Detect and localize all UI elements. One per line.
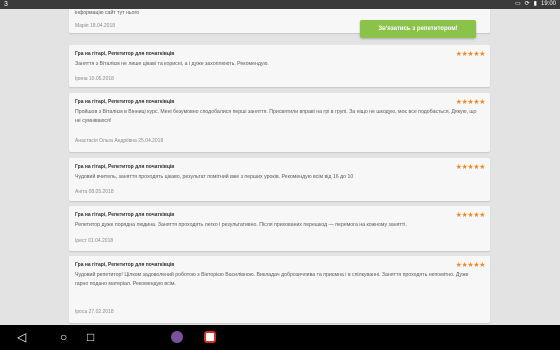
rating-stars: ★★★★★ xyxy=(455,164,486,171)
reviews-page[interactable]: інформацію сайт тут нього Марія 18.04.20… xyxy=(0,9,560,325)
review-title: Гра на гітарі, Репетитор для початківців xyxy=(75,51,175,57)
review-text: Чудовий вчитель, заняття проходять цікав… xyxy=(75,174,354,180)
rating-stars: ★★★★★ xyxy=(455,262,486,269)
review-text: Пройшов з Віталієм в Вінниці курс. Мені … xyxy=(75,109,477,124)
review-title: Гра на гітарі, Репетитор для початківців xyxy=(75,99,175,105)
review-meta: Аніта 08.05.2018 xyxy=(75,189,114,195)
recents-icon[interactable]: □ xyxy=(87,331,94,343)
review-text: Чудовий репетитор! Цілком задоволений ро… xyxy=(75,272,469,287)
home-icon[interactable]: ○ xyxy=(60,331,67,343)
rating-stars: ★★★★★ xyxy=(455,99,486,106)
status-left-text: 3 xyxy=(4,1,8,8)
review-card: Гра на гітарі, Репетитор для початківців… xyxy=(69,45,490,87)
review-text: Заняття з Віталієм не лише цікаві та кор… xyxy=(75,61,269,67)
review-card: Гра на гітарі, Репетитор для початківців… xyxy=(69,93,490,152)
review-card: Гра на гітарі, Репетитор для початківців… xyxy=(69,206,490,251)
review-meta: Ірест 01.04.2018 xyxy=(75,238,114,244)
review-card: Гра на гітарі, Репетитор для початківців… xyxy=(69,158,490,201)
cast-icon: ▭ xyxy=(514,1,521,7)
status-right: ▭ ⟳ ▮ 19:00 xyxy=(515,1,556,8)
review-title: Гра на гітарі, Репетитор для початківців xyxy=(75,164,175,170)
contact-tutor-button[interactable]: Зв'язатись з репетитором! xyxy=(360,20,476,38)
rating-stars: ★★★★★ xyxy=(455,212,486,219)
review-text: Репетитор дуже порядна людина. Заняття п… xyxy=(75,222,407,228)
back-icon[interactable]: ◁ xyxy=(17,331,26,343)
status-bar: 3 ▭ ⟳ ▮ 19:00 xyxy=(0,0,560,9)
screen-rotation-icon: ⟳ xyxy=(524,1,530,7)
status-time: 19:00 xyxy=(540,1,556,7)
review-meta: Марія 18.04.2018 xyxy=(75,23,116,29)
battery-icon: ▮ xyxy=(533,1,537,7)
review-meta: Ірина 10.05.2018 xyxy=(75,76,114,82)
review-card: Гра на гітарі, Репетитор для початківців… xyxy=(69,256,490,323)
gmail-icon[interactable] xyxy=(204,331,216,343)
android-nav-bar: ◁ ○ □ xyxy=(0,325,560,350)
review-meta: Анастасія Ольга Андріївна 25.04.2018 xyxy=(75,138,164,144)
review-text: інформацію сайт тут нього xyxy=(75,10,140,16)
review-title: Гра на гітарі, Репетитор для початківців xyxy=(75,212,175,218)
viber-icon[interactable] xyxy=(171,331,183,343)
review-title: Гра на гітарі, Репетитор для початківців xyxy=(75,262,175,268)
review-meta: Іроса 27.02.2018 xyxy=(75,309,114,315)
rating-stars: ★★★★★ xyxy=(455,51,486,58)
